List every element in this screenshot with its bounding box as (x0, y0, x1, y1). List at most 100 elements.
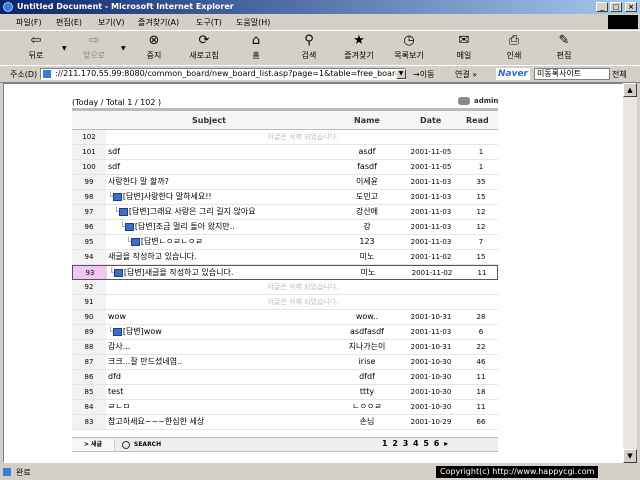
row-name: 지나가는이 (348, 342, 386, 351)
table-row[interactable]: 83 참고하세요~~~한심한 세상 손님 2001-10-29 66 (72, 415, 498, 430)
row-name: wow.. (355, 312, 379, 321)
print-button[interactable]: ⎙ 인쇄 (490, 33, 538, 63)
refresh-button[interactable]: ⟳ 새로고침 (180, 33, 228, 63)
back-label: 뒤로 (28, 51, 44, 60)
table-row[interactable]: 99 사랑한다 말 할까? 이세윤 2001-11-03 35 (72, 175, 498, 190)
row-subject-link[interactable]: sdf (108, 145, 120, 159)
back-button[interactable]: ⇦ 뒤로 (12, 33, 60, 63)
search-button[interactable]: ⚲ 검색 (285, 33, 333, 63)
admin-link[interactable]: admin (458, 97, 498, 105)
naver-logo[interactable]: Naver (496, 68, 530, 80)
menu-edit[interactable]: 편집(E) (56, 17, 82, 28)
row-number: 89 (72, 325, 106, 339)
row-date: 2001-10-30 (410, 388, 452, 396)
table-row[interactable]: 92 이글은 삭제 되었습니다. (72, 280, 498, 295)
row-subject-link[interactable]: 참고하세요~~~한심한 세상 (108, 415, 204, 429)
row-subject-link[interactable]: sdf (108, 160, 120, 174)
menu-help[interactable]: 도움말(H) (236, 17, 270, 28)
table-row[interactable]: 97 └ [답변]그래요 사랑은 그리 길지 않아요 강산에 2001-11-03 12 (72, 205, 498, 220)
row-subject-link[interactable]: wow (108, 310, 126, 324)
status-text: 완료 (16, 468, 31, 477)
row-subject-link[interactable]: └ [답변]조금 멀리 돌아 왔지만.. (120, 220, 235, 234)
vertical-scrollbar[interactable]: ▲ ▼ (623, 83, 637, 463)
window-title-bar[interactable]: Untitled Document - Microsoft Internet E… (0, 0, 640, 14)
search-board-button[interactable]: SEARCH (116, 439, 168, 451)
table-row[interactable]: 94 새글을 작성하고 있습니다. 미노 2001-11-02 15 (72, 250, 498, 265)
pagination[interactable]: 1 2 3 4 5 6 ▸ (382, 439, 449, 448)
scroll-down-button[interactable]: ▼ (623, 449, 637, 463)
table-row[interactable]: 100 sdf fasdf 2001-11-05 1 (72, 160, 498, 175)
new-post-button[interactable]: > 새글 (72, 439, 115, 451)
minimize-button[interactable]: _ (596, 2, 608, 12)
menu-tools[interactable]: 도구(T) (196, 17, 222, 28)
row-subject-link[interactable]: 감사... (108, 340, 130, 354)
row-number: 96 (72, 220, 106, 234)
row-name: 도민고 (355, 192, 379, 201)
table-row[interactable]: 90 wow wow.. 2001-10-31 28 (72, 310, 498, 325)
page-status-icon (3, 468, 11, 476)
menu-view[interactable]: 보기(V) (98, 17, 124, 28)
history-button[interactable]: ◷ 목록보기 (385, 33, 433, 63)
table-row[interactable]: 95 └ [답변ㄴㅇㄹㄴㅇㄹ 123 2001-11-03 7 (72, 235, 498, 250)
row-name: 강산에 (355, 207, 379, 216)
table-row[interactable]: 87 크크...잘 만드셨네염.. irise 2001-10-30 46 (72, 355, 498, 370)
row-subject-link[interactable]: 크크...잘 만드셨네염.. (108, 355, 182, 369)
table-row[interactable]: 88 감사... 지나가는이 2001-10-31 22 (72, 340, 498, 355)
links-button[interactable]: 연결 » (455, 69, 477, 80)
row-date: 2001-11-03 (410, 328, 452, 336)
row-number: 100 (72, 160, 106, 174)
menu-file[interactable]: 파일(F) (16, 17, 42, 28)
table-row[interactable]: 86 dfd dfdf 2001-10-30 11 (72, 370, 498, 385)
row-subject-link[interactable]: 사랑한다 말 할까? (108, 175, 169, 189)
naver-scope-select[interactable]: 전체 (612, 69, 627, 80)
row-number: 86 (72, 370, 106, 384)
row-subject-link[interactable]: └ [답변]새글을 작성하고 있습니다. (109, 266, 233, 280)
stop-button[interactable]: ⊗ 중지 (130, 33, 178, 63)
row-name: 미노 (359, 252, 375, 261)
naver-search-input[interactable]: 미동록사이트 (534, 68, 610, 80)
row-subject: sdf (108, 162, 121, 171)
row-subject-link[interactable]: 새글을 작성하고 있습니다. (108, 250, 197, 264)
address-input[interactable]: ://211.170.55.99:8080/common_board/new_b… (40, 68, 406, 80)
table-row[interactable]: 93 └ [답변]새글을 작성하고 있습니다. 미노 2001-11-02 11 (72, 265, 498, 280)
row-subject-link[interactable]: └ [답변ㄴㅇㄹㄴㅇㄹ (126, 235, 203, 249)
scroll-up-button[interactable]: ▲ (623, 83, 637, 97)
row-subject-link[interactable]: ㄹㄴㅁ (108, 400, 130, 414)
row-number: 92 (72, 280, 106, 294)
table-row[interactable]: 102 이글은 삭제 되었습니다. (72, 130, 498, 145)
row-subject: 크크...잘 만드셨네염.. (108, 357, 183, 366)
page-icon (43, 70, 51, 78)
back-dropdown-icon[interactable]: ▼ (62, 45, 67, 52)
maximize-button[interactable]: □ (610, 2, 622, 12)
menu-favorites[interactable]: 즐겨찾기(A) (138, 17, 179, 28)
table-row[interactable]: 85 test ttty 2001-10-30 18 (72, 385, 498, 400)
forward-button[interactable]: ⇨ 앞으로 (70, 33, 118, 63)
row-subject-link[interactable]: └ [답변]그래요 사랑은 그리 길지 않아요 (114, 205, 256, 219)
edit-button[interactable]: ✎ 편집 (540, 33, 588, 63)
home-label: 홈 (252, 51, 260, 60)
table-row[interactable]: 101 sdf asdf 2001-11-05 1 (72, 145, 498, 160)
table-row[interactable]: 89 └ [답변]wow asdfasdf 2001-11-03 6 (72, 325, 498, 340)
row-subject-link[interactable]: └ [답변]사랑한다 말하세요!! (108, 190, 212, 204)
table-row[interactable]: 98 └ [답변]사랑한다 말하세요!! 도민고 2001-11-03 15 (72, 190, 498, 205)
home-button[interactable]: ⌂ 홈 (232, 33, 280, 63)
go-button[interactable]: →이동 (413, 69, 434, 80)
favorites-button[interactable]: ★ 즐겨찾기 (335, 33, 383, 63)
mail-button[interactable]: ✉ 메일 (440, 33, 488, 63)
address-dropdown-icon[interactable]: ▼ (396, 69, 406, 79)
row-number: 90 (72, 310, 106, 324)
row-subject-link[interactable]: dfd (108, 370, 121, 384)
row-read: 6 (478, 328, 484, 336)
table-row[interactable]: 91 이글은 삭제 되었습니다. (72, 295, 498, 310)
row-subject-link[interactable]: test (108, 385, 123, 399)
row-subject: [답변]wow (122, 327, 162, 336)
table-row[interactable]: 84 ㄹㄴㅁ ㄴㅇㅇㄹ 2001-10-30 11 (72, 400, 498, 415)
row-subject: [답변]조금 멀리 돌아 왔지만.. (134, 222, 235, 231)
forward-dropdown-icon[interactable]: ▼ (121, 45, 126, 52)
table-row[interactable]: 96 └ [답변]조금 멀리 돌아 왔지만.. 강 2001-11-03 12 (72, 220, 498, 235)
close-button[interactable]: × (625, 2, 637, 12)
row-number: 99 (72, 175, 106, 189)
row-subject-link[interactable]: └ [답변]wow (108, 325, 162, 339)
row-subject: test (108, 387, 124, 396)
row-date: 2001-11-03 (410, 208, 452, 216)
